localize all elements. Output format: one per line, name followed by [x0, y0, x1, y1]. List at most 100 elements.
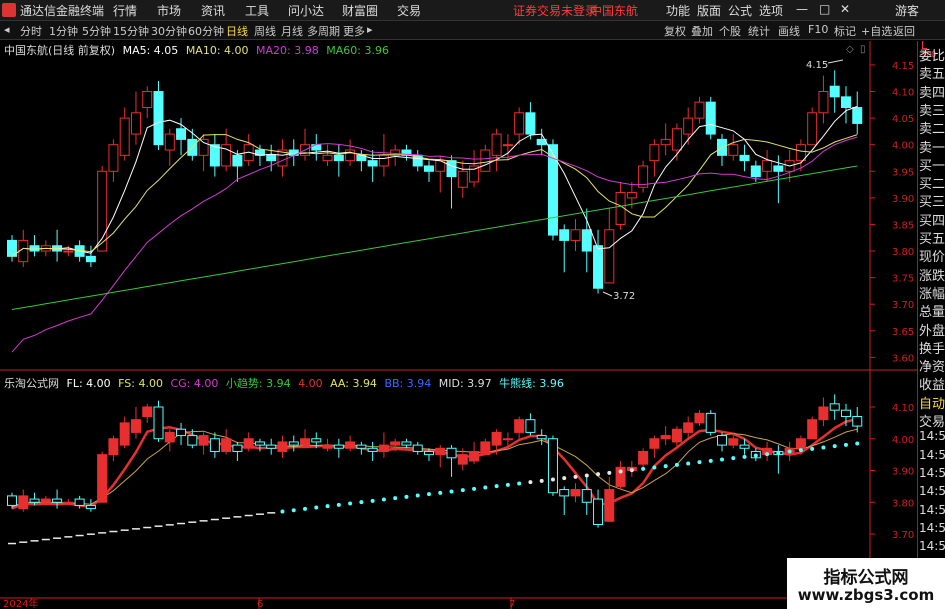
candle-body-44: [502, 144, 513, 147]
candle-body-53: [604, 229, 615, 284]
bull-dot-27: [314, 505, 319, 510]
sub-body-30: [345, 441, 356, 449]
sub-body-74: [840, 409, 851, 418]
bull-dot-62: [708, 458, 713, 463]
candle-body-11: [130, 112, 141, 135]
sub-body-51: [581, 489, 592, 503]
bull-dot-65: [742, 454, 747, 459]
quote-label-10: 买五: [919, 232, 945, 247]
kline-chart[interactable]: 4.15 4.10 4.05 4.00 3.95 3.90 3.85 3.80 3.75 3.70…: [0, 0, 945, 609]
bull-dot-64: [731, 456, 736, 461]
bull-dot-42: [483, 485, 488, 490]
price-label-8: 3.75: [892, 274, 914, 285]
ma20-line: [11, 136, 858, 353]
sub-price-label-2: 3.90: [892, 467, 914, 478]
candle-body-72: [818, 91, 829, 114]
date-label-7: 7: [509, 599, 515, 609]
sub-body-50: [570, 489, 581, 497]
sub-price-label-4: 3.70: [892, 530, 914, 541]
candle-body-61: [694, 101, 705, 119]
price-label-10: 3.65: [892, 327, 914, 338]
sub-body-61: [694, 412, 705, 424]
quote-label-20: 交易: [919, 415, 945, 430]
sub-body-44: [502, 438, 513, 441]
candle-body-13: [153, 91, 164, 146]
quote-label-24: 14:56: [919, 484, 945, 499]
sub-body-35: [401, 441, 412, 446]
sub-body-36: [412, 444, 423, 452]
bull-dot-58: [663, 464, 668, 469]
bull-dot-60: [686, 461, 691, 466]
candle-body-43: [491, 133, 502, 156]
diamond-icon[interactable]: ◇: [846, 44, 854, 55]
candle-body-57: [649, 144, 660, 162]
sub-body-8: [97, 454, 108, 503]
sub-body-60: [683, 422, 694, 433]
sub-body-41: [469, 450, 480, 462]
bull-dot-30: [348, 501, 353, 506]
sub-body-40: [457, 454, 468, 465]
low-label: 3.72: [613, 291, 635, 302]
watermark-title: 指标公式网: [823, 568, 909, 588]
candle-body-66: [750, 165, 761, 178]
bull-dot-41: [472, 486, 477, 491]
bull-dot-72: [821, 445, 826, 450]
site-watermark: 指标公式网 www.zbgs3.com: [787, 558, 945, 609]
candle-body-7: [85, 255, 96, 263]
candle-body-5: [63, 250, 74, 253]
sub-body-56: [638, 450, 649, 465]
quote-label-21: 14:56: [919, 429, 945, 444]
sub-body-2: [29, 498, 40, 503]
sub-body-14: [164, 431, 175, 443]
quote-label-5: 卖一: [919, 140, 945, 156]
quote-label-25: 14:56: [919, 502, 945, 517]
sub-body-12: [142, 406, 153, 418]
sub-body-27: [311, 438, 322, 443]
candle-body-51: [581, 229, 592, 252]
candle-body-49: [559, 229, 570, 241]
sub-price-label-0: 4.10: [892, 403, 914, 414]
sub-body-49: [559, 489, 570, 497]
quote-label-17: 净资: [919, 360, 945, 376]
quote-label-9: 买四: [919, 213, 945, 229]
sub-body-73: [829, 403, 840, 411]
price-label-2: 4.05: [892, 114, 914, 125]
ma60-line: [11, 165, 858, 310]
candle-body-10: [119, 117, 130, 156]
bull-dot-44: [505, 482, 510, 487]
quote-label-11: 现价: [919, 250, 945, 266]
sub-body-7: [85, 504, 96, 510]
candle-body-62: [705, 101, 716, 135]
bull-dot-52: [596, 472, 601, 477]
candle-body-2: [29, 245, 40, 252]
price-label-1: 4.10: [892, 88, 914, 99]
bull-dot-36: [415, 493, 420, 498]
candle-body-33: [378, 154, 389, 167]
quote-label-12: 涨跌: [919, 268, 945, 284]
low-arrow: [602, 291, 613, 297]
bull-dot-47: [539, 478, 544, 483]
sub-body-33: [378, 444, 389, 452]
sub-body-31: [356, 444, 367, 449]
bull-dot-34: [393, 496, 398, 501]
candle-body-9: [108, 144, 119, 172]
sub-body-11: [130, 419, 141, 433]
candle-body-71: [807, 112, 818, 146]
candle-body-14: [164, 133, 175, 151]
quote-label-2: 卖四: [919, 85, 945, 101]
candle-body-74: [840, 96, 851, 108]
bull-dot-38: [438, 490, 443, 495]
bull-dot-24: [280, 509, 285, 514]
candle-body-46: [525, 112, 536, 135]
quote-label-16: 换手: [919, 341, 945, 357]
quote-label-15: 外盘: [919, 323, 945, 339]
bull-dot-28: [325, 504, 330, 509]
quote-label-23: 14:56: [919, 465, 945, 480]
sub-body-4: [52, 498, 63, 503]
expand-icon[interactable]: ▯: [860, 44, 866, 55]
sub-body-21: [243, 438, 254, 449]
sub-body-10: [119, 422, 130, 446]
bull-dot-54: [618, 469, 623, 474]
candle-body-29: [333, 154, 344, 162]
bull-dot-68: [776, 450, 781, 455]
